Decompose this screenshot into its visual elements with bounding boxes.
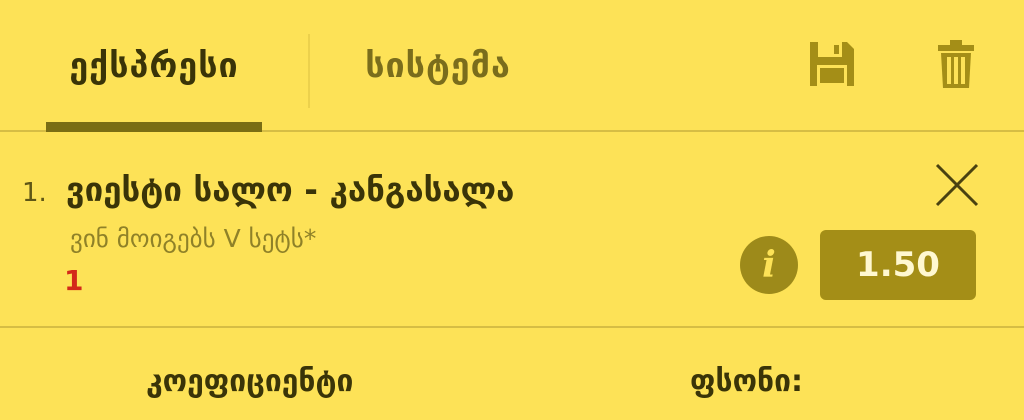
tab-express[interactable]: ექსპრესი — [46, 0, 262, 132]
bet-selection: 1 — [64, 264, 84, 297]
tab-express-label: ექსპრესი — [69, 46, 239, 86]
floppy-disk-icon — [810, 42, 854, 86]
trash-icon — [938, 40, 974, 88]
event-title: ვიესტი სალო - კანგასალა — [66, 170, 515, 209]
tab-system-label: სისტემა — [365, 46, 511, 86]
tab-system[interactable]: სისტემა — [318, 0, 558, 132]
bet-slip-item: 1. ვიესტი სალო - კანგასალა ვინ მოიგებს V… — [0, 132, 1024, 328]
delete-all-button[interactable] — [928, 36, 984, 92]
stake-label: ფსონი: — [690, 364, 803, 399]
save-button[interactable] — [804, 36, 860, 92]
bet-slip-tabs: ექსპრესი სისტემა — [0, 0, 1024, 132]
bet-index: 1. — [22, 178, 47, 208]
active-tab-indicator — [46, 122, 262, 132]
odds-button[interactable]: 1.50 — [820, 230, 976, 300]
odds-value: 1.50 — [856, 245, 940, 285]
coefficient-label: კოეფიციენტი — [146, 364, 354, 399]
info-icon: i — [762, 244, 776, 286]
tab-divider — [308, 34, 310, 108]
remove-bet-button[interactable] — [934, 162, 980, 208]
info-button[interactable]: i — [740, 236, 798, 294]
close-icon — [935, 163, 979, 207]
bet-market: ვინ მოიგებს V სეტს* — [70, 224, 317, 253]
